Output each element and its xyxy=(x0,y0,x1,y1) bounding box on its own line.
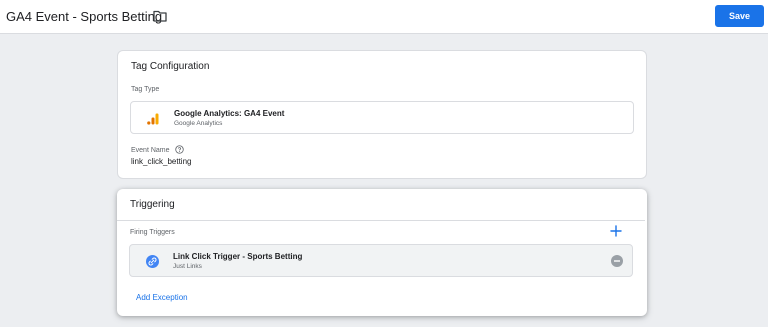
page-title: GA4 Event - Sports Betting xyxy=(6,9,163,24)
event-name-label: Event Name xyxy=(131,147,170,154)
plus-icon[interactable] xyxy=(610,225,622,237)
top-bar: GA4 Event - Sports Betting Save xyxy=(0,0,768,34)
help-icon[interactable] xyxy=(175,145,184,154)
tag-type-provider: Google Analytics xyxy=(174,120,223,127)
add-exception-link[interactable]: Add Exception xyxy=(136,293,188,302)
triggering-card: Triggering Firing Triggers Link Click Tr… xyxy=(117,189,647,316)
trigger-row[interactable]: Link Click Trigger - Sports Betting Just… xyxy=(129,244,633,277)
event-name-value[interactable]: link_click_betting xyxy=(131,157,191,166)
google-analytics-icon xyxy=(147,113,159,125)
remove-icon[interactable] xyxy=(611,255,623,267)
tag-configuration-title: Tag Configuration xyxy=(131,61,210,72)
tag-type-name: Google Analytics: GA4 Event xyxy=(174,109,285,118)
triggering-title: Triggering xyxy=(130,199,175,210)
tag-configuration-card: Tag Configuration Tag Type Google Analyt… xyxy=(117,50,647,179)
tag-type-label: Tag Type xyxy=(131,86,160,93)
triggering-divider xyxy=(117,220,645,221)
save-button[interactable]: Save xyxy=(715,5,764,27)
tag-type-selector[interactable]: Google Analytics: GA4 Event Google Analy… xyxy=(130,101,634,134)
folder-icon[interactable] xyxy=(153,10,167,22)
firing-triggers-label: Firing Triggers xyxy=(130,229,175,236)
trigger-type: Just Links xyxy=(173,263,202,270)
link-icon xyxy=(146,255,159,268)
trigger-name: Link Click Trigger - Sports Betting xyxy=(173,252,303,261)
